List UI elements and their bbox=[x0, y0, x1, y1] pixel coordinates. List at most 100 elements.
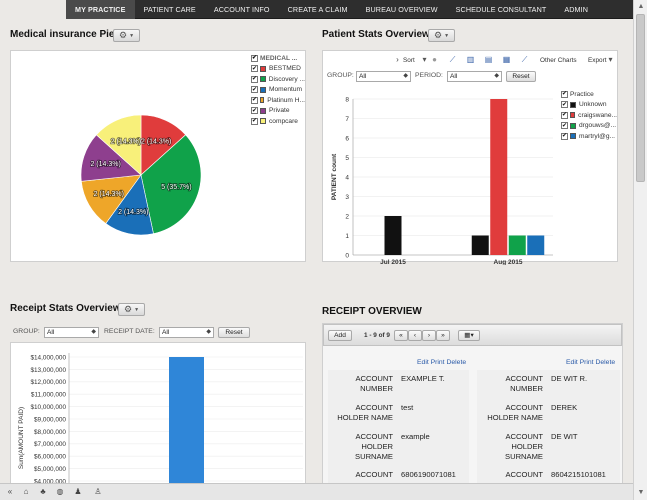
label-account-holder-surname: ACCOUNT HOLDER SURNAME bbox=[328, 432, 393, 462]
receipt-stats-settings-button[interactable]: ⚙ ▼ bbox=[118, 303, 145, 316]
line-chart-icon[interactable]: ⟋ bbox=[448, 55, 457, 64]
select-caret-icon: ◆ bbox=[494, 73, 499, 79]
first-page-button[interactable]: « bbox=[394, 330, 408, 341]
patient-stats-panel: › Sort ▾ ● ⟋ ▥ ▤ ▦ ⟋ Other Charts Export… bbox=[322, 50, 618, 265]
area-chart-icon[interactable]: ⟋ bbox=[520, 55, 529, 64]
bar-unknown-jul-2015[interactable] bbox=[384, 216, 402, 255]
receipt-group-label: GROUP: bbox=[13, 328, 40, 335]
nav-admin[interactable]: ADMIN bbox=[555, 0, 597, 19]
bell-icon[interactable]: ♣ bbox=[37, 486, 49, 498]
patient-stats-settings-button[interactable]: ⚙ ▼ bbox=[428, 29, 455, 42]
prev-page-button[interactable]: ‹ bbox=[408, 330, 422, 341]
legend-checkbox[interactable]: ✔ bbox=[251, 96, 258, 104]
edit-print-delete-links-1[interactable]: Edit Print Delete bbox=[417, 359, 466, 366]
label-line: ACCOUNT bbox=[505, 432, 543, 441]
legend-label: Momentum bbox=[269, 86, 302, 94]
legend-swatch bbox=[260, 65, 266, 72]
group-select[interactable]: All ◆ bbox=[356, 71, 411, 82]
collapse-icon[interactable]: « bbox=[4, 486, 16, 498]
other-charts-button[interactable]: Other Charts bbox=[540, 57, 577, 64]
scroll-down-icon[interactable]: ▼ bbox=[636, 488, 646, 498]
legend-checkbox[interactable]: ✔ bbox=[251, 86, 258, 94]
pie-data-label: 2 (14.3%) bbox=[94, 191, 124, 198]
label-account: ACCOUNT bbox=[355, 470, 393, 479]
scrollbar-thumb[interactable] bbox=[636, 14, 645, 182]
nav-bureau-overview[interactable]: BUREAU OVERVIEW bbox=[357, 0, 447, 19]
nav-patient-care[interactable]: PATIENT CARE bbox=[135, 0, 205, 19]
nav-my-practice[interactable]: MY PRACTICE bbox=[66, 0, 135, 19]
bar-unknown-aug-2015[interactable] bbox=[471, 235, 489, 256]
value-account-holder-surname: example bbox=[401, 432, 430, 441]
export-button[interactable]: Export bbox=[588, 57, 606, 64]
bar-craigswane-aug-2015[interactable] bbox=[490, 99, 508, 255]
nav-create-a-claim[interactable]: CREATE A CLAIM bbox=[279, 0, 357, 19]
legend-checkbox[interactable]: ✔ bbox=[251, 65, 258, 73]
receipt-group-select[interactable]: All ◆ bbox=[44, 327, 99, 338]
user-icon[interactable]: ♙ bbox=[92, 486, 104, 498]
pie-chart-icon[interactable]: ● bbox=[430, 55, 439, 64]
pie-legend-item-discovery[interactable]: ✔ Discovery ... bbox=[251, 74, 305, 85]
pie-legend-item-compcare[interactable]: ✔ compcare bbox=[251, 116, 305, 127]
insurance-pie-legend: ✔ MEDICAL ... ✔ BESTMED ✔ Discovery ... ✔ Mome… bbox=[251, 53, 305, 127]
scroll-up-icon[interactable]: ▲ bbox=[636, 2, 646, 12]
practice-legend-item-martryl-g[interactable]: ✔ martryl@g... bbox=[561, 131, 617, 142]
receipt-stats-reset-button[interactable]: Reset bbox=[218, 327, 250, 338]
top-navigation: MY PRACTICE PATIENT CARE ACCOUNT INFO CR… bbox=[0, 0, 647, 19]
bar-chart-icon[interactable]: ▥ bbox=[466, 55, 475, 64]
receipt-bar[interactable] bbox=[169, 357, 204, 484]
y-tick-label: $10,000,000 bbox=[30, 404, 66, 411]
pie-legend-item-platinum-h[interactable]: ✔ Platinum H... bbox=[251, 95, 305, 106]
prev-page-icon: ‹ bbox=[413, 332, 417, 339]
users-icon[interactable]: ♟ bbox=[72, 486, 84, 498]
sort-button[interactable]: Sort bbox=[403, 57, 415, 64]
period-select[interactable]: All ◆ bbox=[447, 71, 502, 82]
legend-checkbox[interactable]: ✔ bbox=[561, 122, 568, 130]
value-account: 8604215101081 bbox=[551, 470, 606, 479]
export-chevron-icon: ▾ bbox=[608, 55, 613, 64]
stacked-bar-icon[interactable]: ▤ bbox=[484, 55, 493, 64]
nav-schedule-consultant[interactable]: SCHEDULE CONSULTANT bbox=[447, 0, 556, 19]
chevron-right-icon[interactable]: › bbox=[393, 55, 402, 64]
label-account: ACCOUNT bbox=[505, 470, 543, 479]
practice-legend-item-unknown[interactable]: ✔ Unknown bbox=[561, 100, 617, 111]
legend-checkbox[interactable]: ✔ bbox=[251, 117, 258, 125]
legend-swatch bbox=[260, 118, 266, 125]
pie-legend-item-momentum[interactable]: ✔ Momentum bbox=[251, 85, 305, 96]
patient-stats-reset-button[interactable]: Reset bbox=[506, 71, 536, 82]
legend-checkbox[interactable]: ✔ bbox=[561, 111, 568, 119]
insurance-pie-legend-items: ✔ BESTMED ✔ Discovery ... ✔ Momentum ✔ Platinum… bbox=[251, 64, 305, 127]
bar-drgouws-aug-2015[interactable] bbox=[508, 235, 526, 256]
vertical-scrollbar[interactable]: ▲ ▼ bbox=[633, 0, 647, 500]
column-chart-icon[interactable]: ▦ bbox=[502, 55, 511, 64]
column-view-button[interactable]: ▦▾ bbox=[458, 330, 480, 341]
legend-checkbox[interactable]: ✔ bbox=[561, 132, 568, 140]
legend-checkbox[interactable]: ✔ bbox=[251, 107, 258, 115]
practice-legend-item-craigswane[interactable]: ✔ craigswane... bbox=[561, 110, 617, 121]
insurance-pie-settings-button[interactable]: ⚙ ▼ bbox=[113, 29, 140, 42]
legend-swatch bbox=[570, 101, 576, 108]
nav-account-info[interactable]: ACCOUNT INFO bbox=[205, 0, 279, 19]
legend-header-checkbox[interactable]: ✔ bbox=[561, 90, 568, 98]
y-tick-label: $9,000,000 bbox=[34, 416, 66, 423]
edit-print-delete-links-2[interactable]: Edit Print Delete bbox=[566, 359, 615, 366]
receipt-grid-toolbar: Add 1 - 9 of 9 « ‹ › » ▦▾ bbox=[323, 324, 622, 346]
y-tick-label: 1 bbox=[345, 233, 349, 240]
home-icon[interactable]: ⌂ bbox=[20, 486, 32, 498]
pie-data-label: 5 (35.7%) bbox=[161, 184, 191, 191]
sort-chevron-icon: ▾ bbox=[422, 55, 427, 64]
last-page-button[interactable]: » bbox=[436, 330, 450, 341]
next-page-button[interactable]: › bbox=[422, 330, 436, 341]
group-select-value: All bbox=[359, 73, 367, 80]
receipt-stats-panel: $4,000,000 $5,000,000 $6,000,000 $7,000,000… bbox=[10, 342, 306, 484]
y-tick-label: 4 bbox=[345, 174, 349, 181]
bar-martryl-g-aug-2015[interactable] bbox=[527, 235, 545, 256]
legend-header-checkbox[interactable]: ✔ bbox=[251, 54, 258, 62]
globe-icon[interactable]: ◍ bbox=[54, 486, 66, 498]
receipt-date-select[interactable]: All ◆ bbox=[159, 327, 214, 338]
legend-checkbox[interactable]: ✔ bbox=[561, 101, 568, 109]
add-button[interactable]: Add bbox=[328, 330, 352, 341]
pie-legend-item-bestmed[interactable]: ✔ BESTMED bbox=[251, 64, 305, 75]
practice-legend-item-drgouws[interactable]: ✔ drgouws@... bbox=[561, 121, 617, 132]
legend-checkbox[interactable]: ✔ bbox=[251, 75, 258, 83]
pie-legend-item-private[interactable]: ✔ Private bbox=[251, 106, 305, 117]
